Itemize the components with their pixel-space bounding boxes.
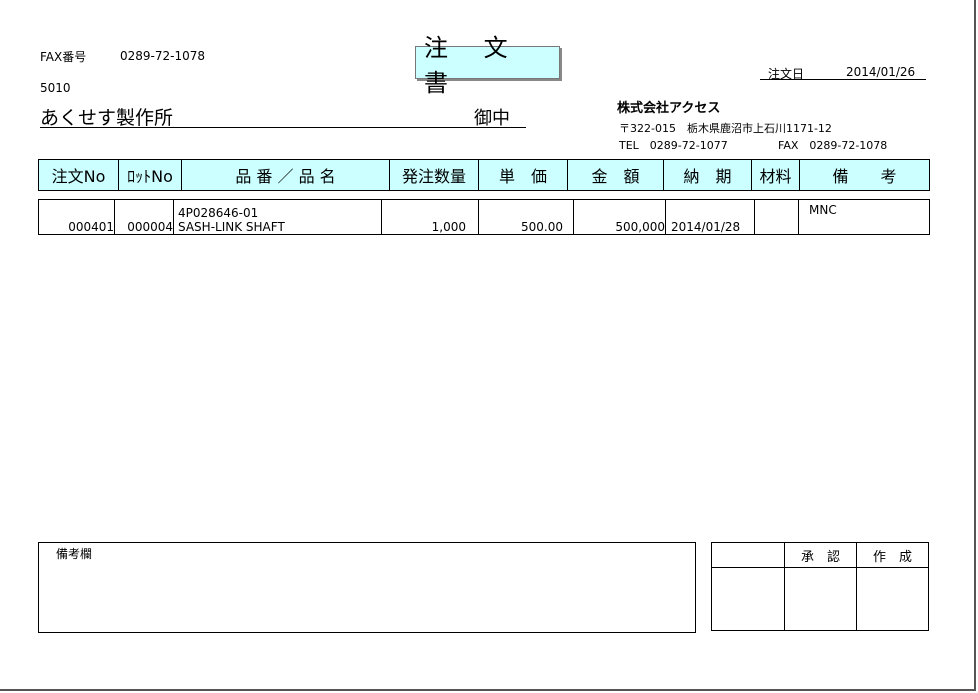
approve-stamp-cell — [784, 567, 857, 631]
col-remarks: 備 考 — [799, 159, 930, 191]
cell-delivery: 2014/01/28 — [665, 199, 755, 235]
col-material: 材料 — [751, 159, 800, 191]
cell-lot-no: 000004 — [114, 199, 174, 235]
cell-amount: 500,000 — [573, 199, 666, 235]
fax-label: FAX番号 — [40, 50, 87, 64]
order-table-body: 000401 000004 4P028646-01 SASH-LINK SHAF… — [38, 199, 930, 235]
create-label: 作 成 — [856, 542, 929, 568]
approval-blank-cell — [711, 567, 785, 631]
create-stamp-cell — [856, 567, 929, 631]
fax-number: 0289-72-1078 — [120, 49, 206, 63]
approval-table: 承 認 作 成 — [711, 542, 929, 631]
remarks-box: 備考欄 — [38, 542, 696, 633]
order-date: 2014/01/26 — [846, 65, 916, 79]
remarks-label: 備考欄 — [56, 547, 93, 561]
cell-quantity: 1,000 — [381, 199, 479, 235]
col-unit-price: 単 価 — [478, 159, 568, 191]
company-address: 〒322-015 栃木県鹿沼市上石川1171-12 — [619, 122, 832, 135]
order-table-header: 注文No ﾛｯﾄNo 品 番 ／ 品 名 発注数量 単 価 金 額 納 期 材料… — [38, 159, 930, 191]
company-name: 株式会社アクセス — [617, 101, 721, 116]
cell-remarks: MNC — [798, 199, 930, 235]
approve-label: 承 認 — [784, 542, 857, 568]
col-delivery: 納 期 — [663, 159, 752, 191]
cell-unit-price: 500.00 — [478, 199, 574, 235]
document-title: 注 文 書 — [415, 34, 560, 97]
company-tel: TEL 0289-72-1077 — [619, 139, 728, 152]
table-row: 000401 000004 4P028646-01 SASH-LINK SHAF… — [38, 199, 930, 235]
customer-code: 5010 — [40, 81, 71, 95]
order-date-underline — [760, 79, 926, 80]
approval-blank-header — [711, 542, 785, 568]
recipient-name: あくせす製作所 — [40, 107, 174, 129]
col-part: 品 番 ／ 品 名 — [181, 159, 390, 191]
company-fax: FAX 0289-72-1078 — [778, 139, 888, 152]
col-amount: 金 額 — [567, 159, 664, 191]
col-quantity: 発注数量 — [389, 159, 479, 191]
recipient-underline — [40, 127, 526, 128]
cell-part-name: SASH-LINK SHAFT — [178, 220, 285, 234]
cell-part-no: 4P028646-01 — [178, 206, 259, 220]
cell-part: 4P028646-01 SASH-LINK SHAFT — [173, 199, 382, 235]
cell-material — [754, 199, 799, 235]
col-lot-no: ﾛｯﾄNo — [118, 159, 182, 191]
col-order-no: 注文No — [38, 159, 119, 191]
cell-order-no: 000401 — [38, 199, 115, 235]
